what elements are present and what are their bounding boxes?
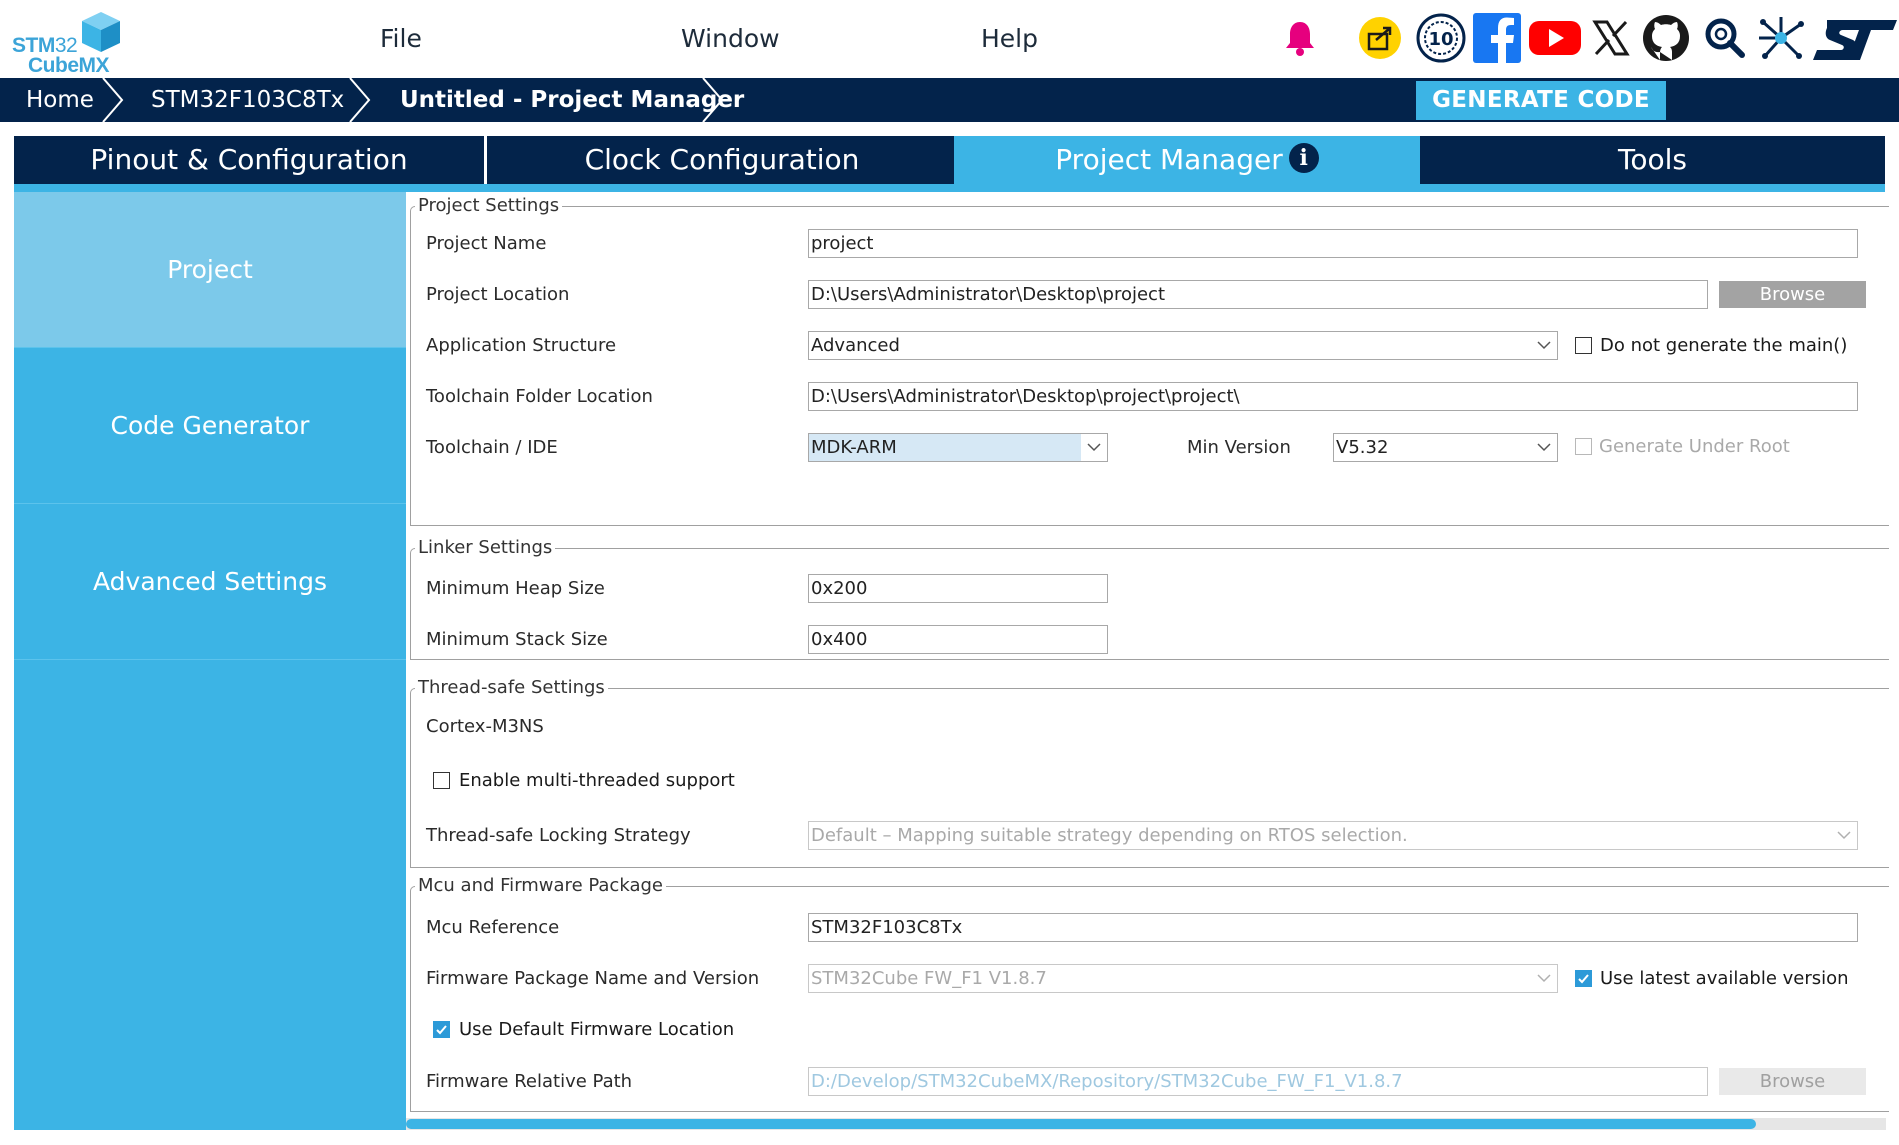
- generate-code-button[interactable]: GENERATE CODE: [1416, 81, 1666, 120]
- min-version-select[interactable]: V5.32: [1333, 433, 1558, 462]
- tab-tools[interactable]: Tools: [1420, 136, 1885, 184]
- toolchain-ide-select[interactable]: MDK-ARM: [808, 433, 1108, 462]
- logo-cubemx-text: CubeMX: [28, 54, 110, 77]
- checkmark-icon: [436, 1025, 447, 1035]
- application-structure-value: Advanced: [811, 335, 900, 356]
- min-version-label: Min Version: [1187, 437, 1291, 458]
- side-navigation: Project Code Generator Advanced Settings: [14, 192, 406, 1130]
- menu-file[interactable]: File: [380, 24, 422, 53]
- do-not-generate-main-checkbox[interactable]: [1575, 337, 1592, 354]
- project-location-browse-button[interactable]: Browse: [1719, 281, 1866, 308]
- firmware-package-select[interactable]: STM32Cube FW_F1 V1.8.7: [808, 964, 1558, 993]
- chevron-down-icon: [1087, 443, 1101, 452]
- firmware-package-label: Firmware Package Name and Version: [426, 968, 760, 989]
- network-icon[interactable]: [1757, 14, 1805, 62]
- min-version-value: V5.32: [1336, 437, 1389, 458]
- thread-safe-settings-group: Thread-safe Settings Cortex-M3NS Enable …: [410, 677, 1889, 868]
- tab-pinout-configuration[interactable]: Pinout & Configuration: [14, 136, 484, 184]
- linker-settings-group: Linker Settings Minimum Heap Size 0x200 …: [410, 537, 1889, 660]
- toolchain-folder-label: Toolchain Folder Location: [426, 386, 653, 407]
- bell-icon[interactable]: [1276, 18, 1324, 58]
- minimum-heap-size-input[interactable]: 0x200: [808, 574, 1108, 603]
- breadcrumb-mcu[interactable]: STM32F103C8Tx: [151, 78, 344, 122]
- minimum-heap-size-label: Minimum Heap Size: [426, 578, 605, 599]
- search-icon[interactable]: [1703, 16, 1747, 60]
- minimum-stack-size-label: Minimum Stack Size: [426, 629, 608, 650]
- minimum-stack-size-input[interactable]: 0x400: [808, 625, 1108, 654]
- use-latest-version-checkbox[interactable]: [1575, 970, 1592, 987]
- top-menu-bar: STM32 CubeMX File Window Help 10: [0, 0, 1899, 78]
- horizontal-scrollbar-thumb[interactable]: [406, 1119, 1756, 1129]
- cube-icon: [82, 12, 120, 52]
- chevron-down-icon: [1537, 974, 1551, 983]
- core-label: Cortex-M3NS: [426, 716, 544, 737]
- chevron-down-icon: [1537, 443, 1551, 452]
- locking-strategy-label: Thread-safe Locking Strategy: [426, 825, 691, 846]
- chevron-down-icon: [1537, 341, 1551, 350]
- share-icon[interactable]: [1356, 14, 1404, 62]
- do-not-generate-main-label: Do not generate the main(): [1600, 335, 1848, 356]
- locking-strategy-select[interactable]: Default – Mapping suitable strategy depe…: [808, 821, 1858, 850]
- tab-clock-configuration[interactable]: Clock Configuration: [487, 136, 957, 184]
- firmware-relative-path-label: Firmware Relative Path: [426, 1071, 633, 1092]
- project-settings-group: Project Settings Project Name project Pr…: [410, 195, 1889, 526]
- toolchain-ide-value: MDK-ARM: [811, 437, 897, 458]
- breadcrumb-current[interactable]: Untitled - Project Manager: [400, 78, 744, 122]
- mcu-reference-input[interactable]: STM32F103C8Tx: [808, 913, 1858, 942]
- thread-safe-settings-title: Thread-safe Settings: [415, 677, 608, 698]
- youtube-icon[interactable]: [1527, 18, 1583, 58]
- project-settings-title: Project Settings: [415, 195, 563, 216]
- firmware-path-browse-button[interactable]: Browse: [1719, 1068, 1866, 1095]
- project-name-label: Project Name: [426, 233, 547, 254]
- toolchain-ide-label: Toolchain / IDE: [426, 437, 558, 458]
- facebook-icon[interactable]: [1472, 12, 1522, 64]
- multithread-label: Enable multi-threaded support: [459, 770, 735, 791]
- x-icon[interactable]: [1591, 18, 1631, 58]
- menu-help[interactable]: Help: [981, 24, 1038, 53]
- checkmark-icon: [1578, 974, 1589, 984]
- menu-window[interactable]: Window: [681, 24, 780, 53]
- sidenav-code-generator[interactable]: Code Generator: [14, 348, 406, 504]
- stm32cubemx-logo: STM32 CubeMX: [10, 8, 120, 77]
- mcu-firmware-title: Mcu and Firmware Package: [415, 875, 666, 896]
- project-name-input[interactable]: project: [808, 229, 1858, 258]
- svg-text:10: 10: [1428, 29, 1453, 50]
- tab-project-manager[interactable]: Project Manager i: [954, 136, 1420, 184]
- generate-under-root-label: Generate Under Root: [1599, 436, 1790, 457]
- chevron-right-icon: [349, 78, 371, 122]
- use-latest-version-label: Use latest available version: [1600, 968, 1849, 989]
- breadcrumb-home[interactable]: Home: [26, 78, 94, 122]
- info-icon[interactable]: i: [1288, 143, 1319, 173]
- multithread-checkbox[interactable]: [433, 772, 450, 789]
- linker-settings-title: Linker Settings: [415, 537, 556, 558]
- github-icon[interactable]: [1641, 13, 1691, 63]
- chevron-down-icon: [1837, 831, 1851, 840]
- chevron-right-icon: [702, 78, 724, 122]
- project-location-input[interactable]: D:\Users\Administrator\Desktop\project: [808, 280, 1708, 309]
- project-manager-panel: Project Settings Project Name project Pr…: [406, 192, 1899, 1130]
- main-tabs: Pinout & Configuration Clock Configurati…: [14, 136, 1885, 184]
- sidenav-advanced-settings[interactable]: Advanced Settings: [14, 504, 406, 660]
- use-default-firmware-location-label: Use Default Firmware Location: [459, 1019, 735, 1040]
- tab-project-manager-label: Project Manager: [1055, 143, 1283, 176]
- breadcrumb: Home STM32F103C8Tx Untitled - Project Ma…: [0, 78, 1899, 122]
- st-logo-icon[interactable]: [1813, 16, 1897, 62]
- firmware-relative-path-input[interactable]: D:/Develop/STM32CubeMX/Repository/STM32C…: [808, 1067, 1708, 1096]
- generate-under-root-checkbox[interactable]: [1575, 438, 1592, 455]
- use-default-firmware-location-checkbox[interactable]: [433, 1021, 450, 1038]
- project-location-label: Project Location: [426, 284, 570, 305]
- tab-underline: [14, 184, 1885, 192]
- sidenav-project[interactable]: Project: [14, 192, 406, 348]
- toolchain-folder-input[interactable]: D:\Users\Administrator\Desktop\project\p…: [808, 382, 1858, 411]
- firmware-package-value: STM32Cube FW_F1 V1.8.7: [811, 968, 1047, 989]
- application-structure-label: Application Structure: [426, 335, 617, 356]
- anniversary-10-icon[interactable]: 10: [1415, 12, 1467, 64]
- chevron-right-icon: [102, 78, 124, 122]
- application-structure-select[interactable]: Advanced: [808, 331, 1558, 360]
- mcu-reference-label: Mcu Reference: [426, 917, 560, 938]
- mcu-firmware-group: Mcu and Firmware Package Mcu Reference S…: [410, 875, 1889, 1112]
- locking-strategy-value: Default – Mapping suitable strategy depe…: [811, 825, 1408, 846]
